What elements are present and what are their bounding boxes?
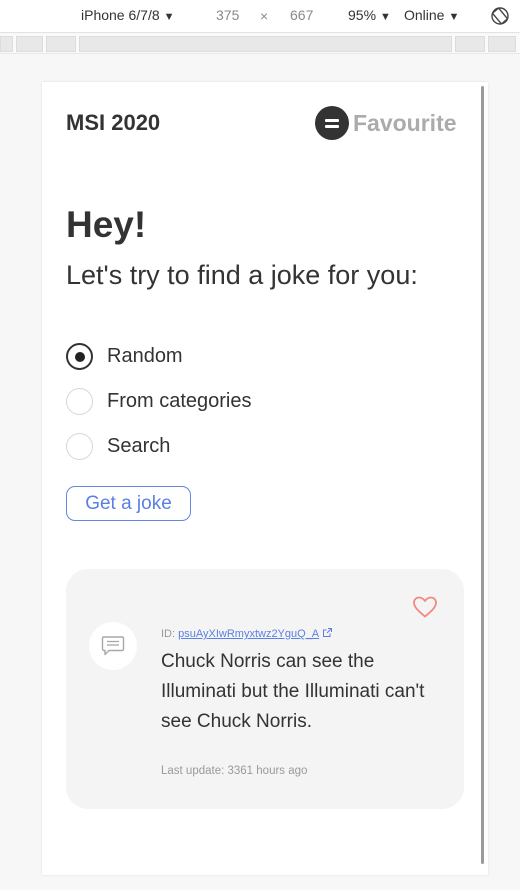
radio-label: Search xyxy=(107,435,171,457)
device-viewport: MSI 2020 Favourite Hey! Let's try to fin… xyxy=(42,82,488,875)
radio-random[interactable]: Random xyxy=(66,343,183,370)
radio-search[interactable]: Search xyxy=(66,433,170,460)
get-joke-button[interactable]: Get a joke xyxy=(66,486,191,521)
network-label: Online xyxy=(404,7,445,23)
app-title: MSI 2020 xyxy=(66,110,161,135)
radio-label: From categories xyxy=(107,390,252,412)
chevron-down-icon: ▼ xyxy=(448,11,460,23)
ruler-segment[interactable] xyxy=(455,36,485,52)
times-sign: × xyxy=(260,8,269,24)
heart-icon[interactable] xyxy=(412,595,438,619)
devtools-device-toolbar: iPhone 6/7/8 ▼ 375 × 667 95% ▼ Online ▼ xyxy=(0,0,520,33)
chevron-down-icon: ▼ xyxy=(163,11,175,23)
width-input[interactable]: 375 xyxy=(216,7,239,23)
last-update: Last update: 3361 hours ago xyxy=(161,765,308,777)
ruler-segment[interactable] xyxy=(16,36,43,52)
joke-card: ID: psuAyXIwRmyxtwz2YguQ_A Chuck Norris … xyxy=(66,569,464,809)
ruler-segment[interactable] xyxy=(488,36,516,52)
chevron-down-icon: ▼ xyxy=(380,11,391,23)
message-icon xyxy=(101,636,125,656)
joke-id-line: ID: psuAyXIwRmyxtwz2YguQ_A xyxy=(161,627,333,640)
device-select-label: iPhone 6/7/8 xyxy=(81,7,160,23)
device-select[interactable]: iPhone 6/7/8 ▼ xyxy=(81,7,175,23)
ruler-segment[interactable] xyxy=(46,36,76,52)
zoom-select[interactable]: 95% ▼ xyxy=(348,7,391,23)
ruler-segment[interactable] xyxy=(0,36,13,52)
page-heading: Hey! xyxy=(66,204,147,245)
radio-circle[interactable] xyxy=(66,388,93,415)
joke-text: Chuck Norris can see the Illuminati but … xyxy=(161,651,425,732)
radio-circle[interactable] xyxy=(66,343,93,370)
favourite-button[interactable]: Favourite xyxy=(315,106,457,140)
network-select[interactable]: Online ▼ xyxy=(404,7,459,23)
favourite-label: Favourite xyxy=(353,109,457,136)
radio-from-categories[interactable]: From categories xyxy=(66,388,252,415)
radio-label: Random xyxy=(107,345,183,367)
joke-id-prefix: ID: xyxy=(161,628,176,640)
media-query-ruler xyxy=(0,34,520,54)
rotate-icon[interactable] xyxy=(489,5,511,27)
height-input[interactable]: 667 xyxy=(290,7,313,23)
radio-circle[interactable] xyxy=(66,433,93,460)
menu-icon xyxy=(315,106,349,140)
joke-id-link[interactable]: psuAyXIwRmyxtwz2YguQ_A xyxy=(178,628,319,640)
ruler-segment[interactable] xyxy=(79,36,452,52)
external-link-icon[interactable] xyxy=(322,627,333,638)
scrollbar[interactable] xyxy=(481,86,484,864)
message-avatar xyxy=(89,622,137,670)
zoom-label: 95% xyxy=(348,7,377,23)
page-subtitle: Let's try to find a joke for you: xyxy=(66,260,418,290)
